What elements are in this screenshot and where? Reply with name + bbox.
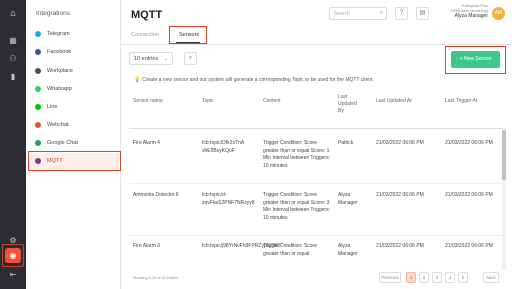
sensors-tab-highlight <box>169 26 207 44</box>
sidebar-item-label: MQTT <box>47 158 63 164</box>
sensor-name-cell[interactable]: Ammonia Detector 9 <box>133 192 179 200</box>
schedule-icon[interactable]: ▤ <box>416 7 429 20</box>
sidebar-item-facebook[interactable]: Facebook <box>35 45 117 59</box>
table-search-button[interactable]: ⌕ <box>184 52 197 65</box>
updated-at-cell: 21/03/2022 06:06 PM <box>376 243 424 249</box>
updated-by-cell: Alyza Manager <box>338 192 358 206</box>
lightbulb-icon: 💡 <box>134 77 141 83</box>
info-text: Create a new sensor and our system will … <box>142 77 374 83</box>
row-divider <box>129 235 504 236</box>
sidebar-item-telegram[interactable]: Telegram <box>35 27 117 41</box>
pagination-page-1[interactable]: 1 <box>406 272 416 283</box>
pagination-page-2[interactable]: 2 <box>419 272 429 283</box>
row-divider <box>129 183 504 184</box>
sidebar-item-webchat[interactable]: Webchat <box>35 118 117 132</box>
user-name: Alyza Manager <box>454 13 488 19</box>
line-icon <box>35 104 41 110</box>
topic-cell: fcb:topic/Dfir2xTnA vhE5BsyKQoF <box>202 140 244 154</box>
entries-select[interactable]: 10 entries ⌄ <box>129 52 173 65</box>
new-sensor-button[interactable]: + New Sensor <box>451 51 500 68</box>
table-scrollbar-thumb[interactable] <box>502 130 506 180</box>
column-header-last-updated-at[interactable]: Last Updated At <box>376 98 412 105</box>
sidebar-item-mqtt[interactable]: MQTT <box>35 154 117 168</box>
google-chat-icon <box>35 140 41 146</box>
column-header-last-trigger-at[interactable]: Last Trigger At <box>445 98 477 105</box>
updated-at-cell: 21/03/2022 06:06 PM <box>376 140 424 146</box>
sensor-name-cell[interactable]: Fire Alarm 3 <box>133 243 160 251</box>
content-cell: Trigger Condition: Score greater than or… <box>263 140 330 169</box>
workplace-icon <box>35 68 41 74</box>
integrations-sidebar: Integrations Telegram Facebook Workplace… <box>26 0 121 289</box>
mqtt-icon <box>35 158 41 164</box>
updated-at-cell: 21/03/2022 06:06 PM <box>376 192 424 198</box>
content-cell: Trigger Condition: Score greater than or… <box>263 243 318 257</box>
sidebar-item-google-chat[interactable]: Google Chat <box>35 136 117 150</box>
content-cell: Trigger Condition: Score greater than or… <box>263 192 330 221</box>
facebook-icon <box>35 49 41 55</box>
sidebar-item-label: Workplace <box>47 68 73 74</box>
help-icon[interactable]: ? <box>395 7 408 20</box>
search-placeholder: Search <box>334 11 350 17</box>
sidebar-item-label: Google Chat <box>47 140 78 146</box>
app-logo-icon[interactable]: ⌂ <box>7 8 19 18</box>
hierarchy-icon[interactable]: ⚇ <box>7 54 19 64</box>
topic-cell: fcb:topic/j98YrNvFh9FPRZyjSLDk3 <box>202 243 281 249</box>
telegram-icon <box>35 31 41 37</box>
trigger-at-cell: 21/03/2022 06:06 PM <box>445 140 493 146</box>
search-icon: ⌕ <box>188 55 193 61</box>
pagination-previous[interactable]: Previous <box>379 272 401 283</box>
page-title: MQTT <box>131 9 163 21</box>
analytics-icon[interactable]: ▮ <box>7 72 19 82</box>
pagination-page-5[interactable]: 5 <box>458 272 468 283</box>
sensor-name-cell[interactable]: Fire Alarm 4 <box>133 140 160 148</box>
trigger-at-cell: 21/03/2022 06:06 PM <box>445 192 493 198</box>
sidebar-item-label: Whatsapp <box>47 86 72 92</box>
webchat-icon <box>35 122 41 128</box>
column-header-last-updated-by[interactable]: Last Updated By <box>338 94 364 115</box>
trigger-at-cell: 21/03/2022 06:06 PM <box>445 243 493 249</box>
search-input[interactable]: Search ⌕ <box>329 7 387 20</box>
sidebar-item-label: Webchat <box>47 122 69 128</box>
pagination-page-3[interactable]: 3 <box>432 272 442 283</box>
updated-by-cell: Patrick <box>338 140 354 146</box>
sidebar-item-whatsapp[interactable]: Whatsapp <box>35 82 117 96</box>
plan-info: Enterprise Plan (9999 days remaining) Al… <box>441 4 488 19</box>
sidebar-title: Integrations <box>36 10 70 17</box>
main-content: MQTT Search ⌕ ? ▤ Enterprise Plan (9999 … <box>121 0 512 289</box>
pagination-page-4[interactable]: 4 <box>445 272 455 283</box>
chevron-down-icon: ⌄ <box>163 56 168 62</box>
column-header-content[interactable]: Content <box>263 98 281 105</box>
pagination-next[interactable]: Next <box>483 272 499 283</box>
tab-connection[interactable]: Connection <box>131 32 159 38</box>
search-icon: ⌕ <box>379 10 383 16</box>
sidebar-item-label: Telegram <box>47 31 70 37</box>
updated-by-cell: Alyza Manager <box>338 243 358 257</box>
integrations-icon[interactable]: ◉ <box>5 248 21 263</box>
app-rail: ⌂ ▦ ⚇ ▮ ⚙ ◉ ⇤ <box>0 0 26 289</box>
table-header-divider <box>129 128 504 129</box>
column-header-sensor-name[interactable]: Sensor name <box>133 98 163 105</box>
entries-count: Showing 1-10 of 42 entries <box>133 276 179 280</box>
info-message: 💡 Create a new sensor and our system will… <box>134 77 374 83</box>
sidebar-item-label: Facebook <box>47 49 72 55</box>
sidebar-item-line[interactable]: Line <box>35 100 117 114</box>
whatsapp-icon <box>35 86 41 92</box>
sidebar-item-label: Line <box>47 104 58 110</box>
entries-value: 10 entries <box>134 56 159 62</box>
topic-cell: fcb:topic/d-xqvFkeS2PNF7NRzyy8 <box>202 192 255 206</box>
avatar[interactable]: AM <box>492 7 505 20</box>
sidebar-item-workplace[interactable]: Workplace <box>35 64 117 78</box>
logout-icon[interactable]: ⇤ <box>7 270 19 280</box>
dashboard-icon[interactable]: ▦ <box>7 36 19 46</box>
column-header-topic[interactable]: Topic <box>202 98 214 105</box>
